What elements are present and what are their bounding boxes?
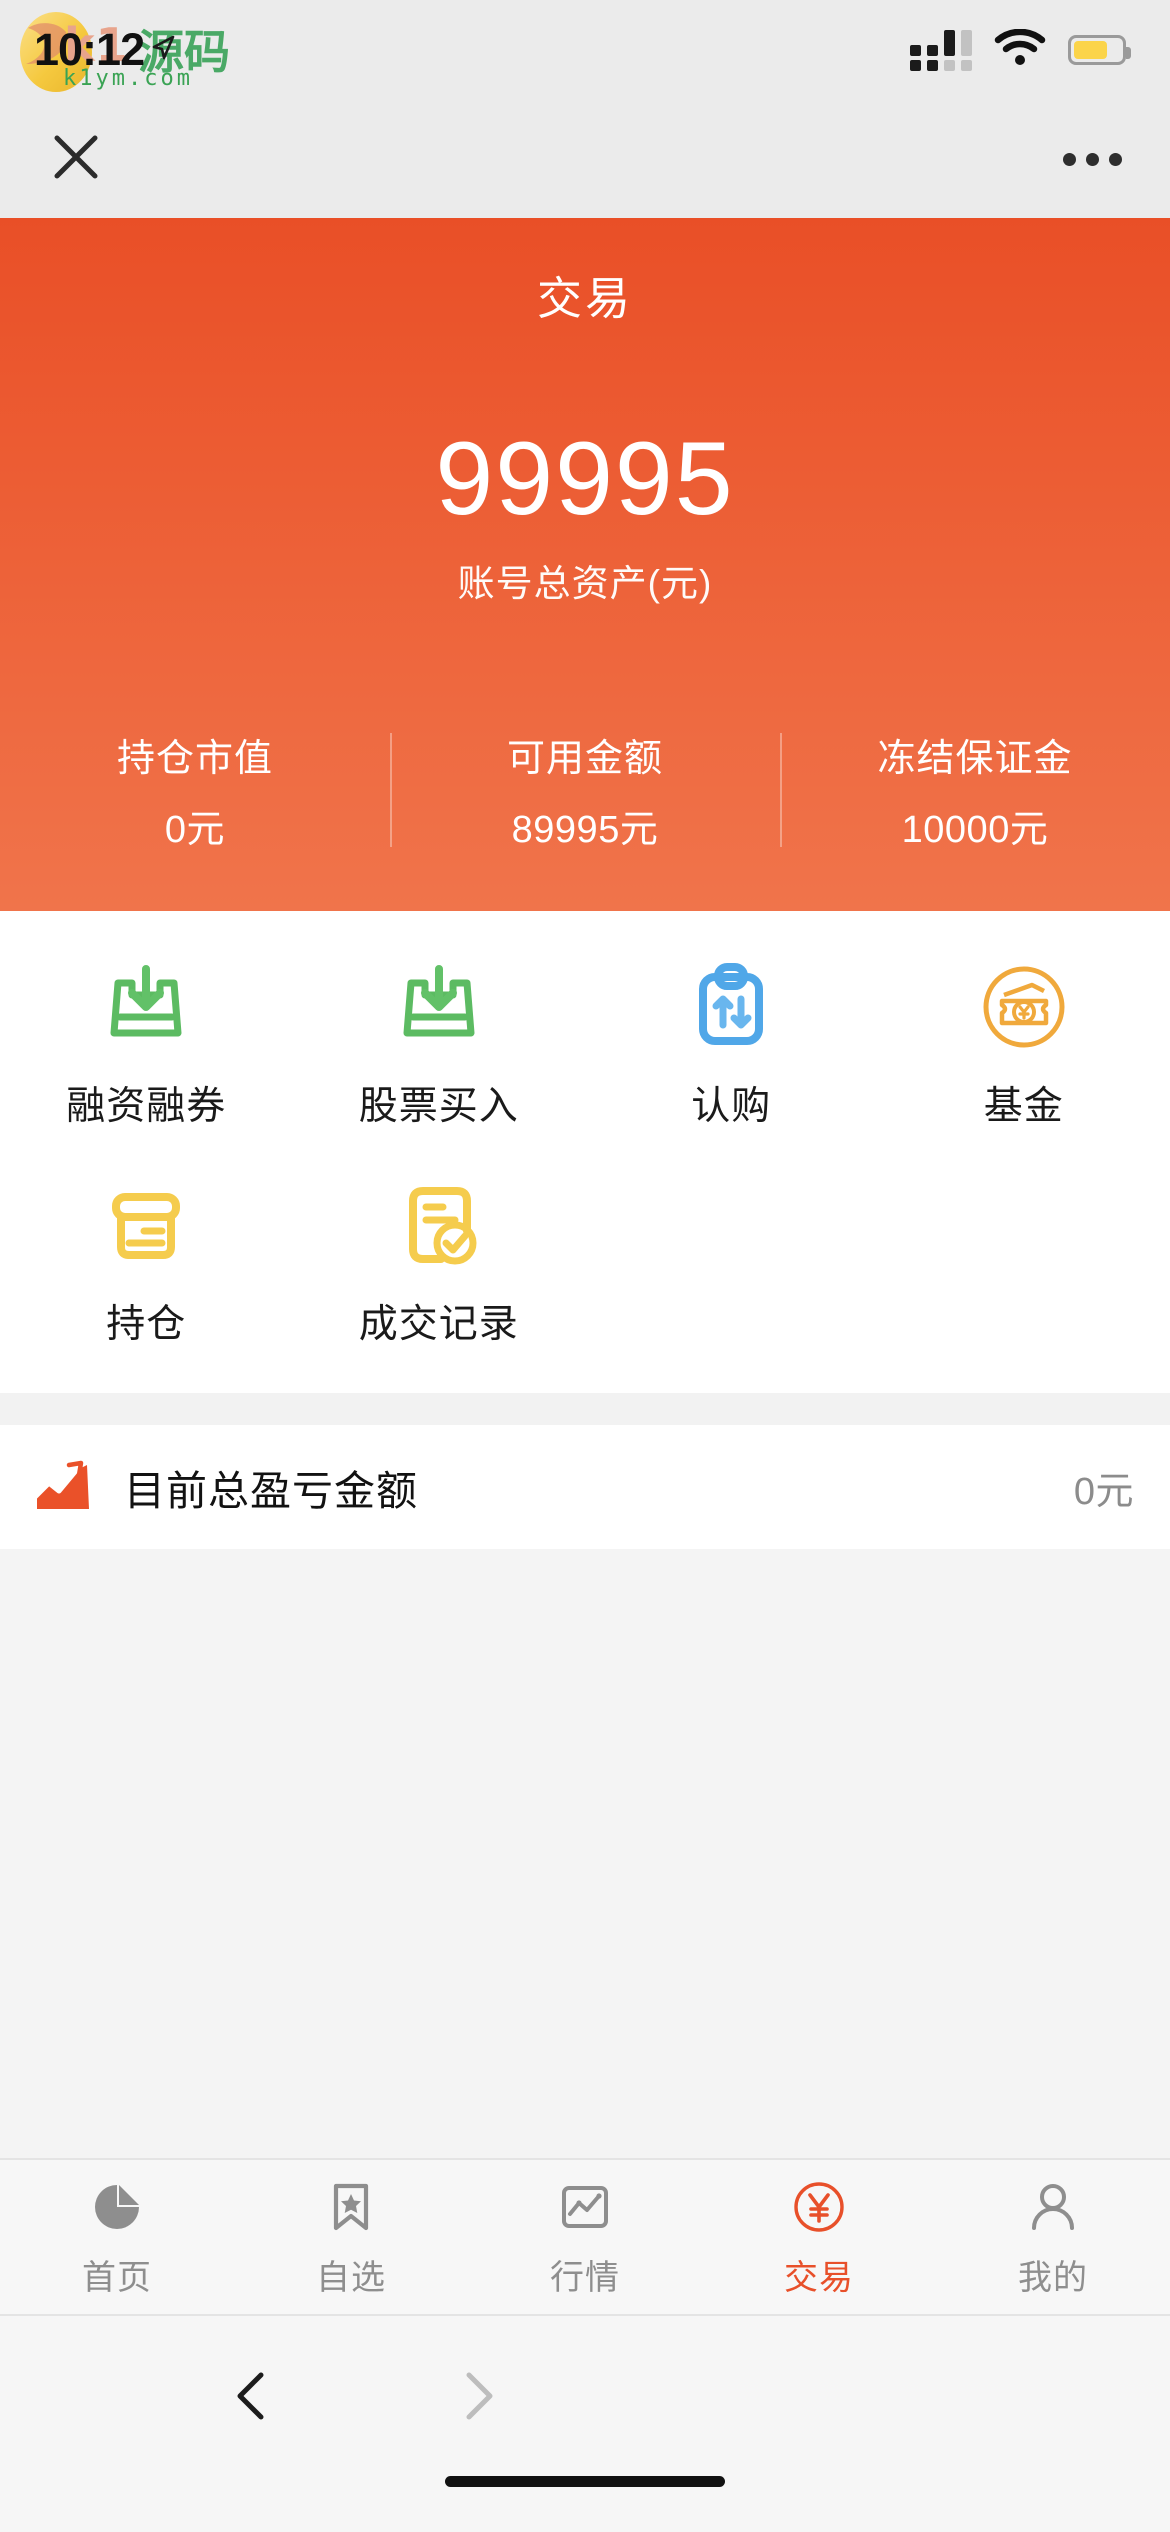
bookmark-star-icon (320, 2176, 382, 2238)
banknote-circle-icon (970, 953, 1078, 1061)
account-stats-row: 持仓市值 0元 可用金额 89995元 冻结保证金 10000元 (0, 727, 1170, 911)
total-assets-value: 99995 (435, 421, 735, 537)
status-bar-left: 10:12 (34, 24, 176, 76)
section-divider (0, 1393, 1170, 1425)
person-icon (1022, 2176, 1084, 2238)
action-trade-records[interactable]: 成交记录 (293, 1171, 586, 1349)
stat-available-funds: 可用金额 89995元 (390, 727, 780, 853)
document-check-icon (385, 1171, 493, 1279)
status-bar-right (910, 28, 1131, 72)
tab-profile[interactable]: 我的 (936, 2160, 1170, 2314)
bottom-tab-bar: 首页 自选 行情 交易 我的 (0, 2158, 1170, 2316)
inbox-download-icon (92, 953, 200, 1061)
market-chart-icon (554, 2176, 616, 2238)
action-label: 融资融券 (66, 1085, 227, 1128)
action-subscription[interactable]: 认购 (585, 953, 878, 1131)
tab-label: 交易 (784, 2258, 854, 2297)
stat-value: 89995元 (511, 809, 659, 851)
page-title: 交易 (536, 273, 633, 324)
more-options-icon[interactable] (1063, 152, 1122, 166)
trend-chart-icon (28, 1452, 98, 1522)
tab-trade[interactable]: 交易 (702, 2160, 936, 2314)
app-root: k1 源码 k1ym.com 10:12 交易 99995 账号总资产(元) 持… (0, 0, 1170, 2532)
tab-home[interactable]: 首页 (0, 2160, 234, 2314)
tab-label: 行情 (550, 2258, 620, 2297)
clipboard-arrows-icon (677, 953, 785, 1061)
tab-label: 我的 (1018, 2258, 1088, 2297)
grid-placeholder (585, 1171, 878, 1349)
action-buy-stock[interactable]: 股票买入 (293, 953, 586, 1131)
grid-placeholder (878, 1171, 1170, 1349)
stat-label: 冻结保证金 (877, 738, 1073, 780)
account-summary-hero: 交易 99995 账号总资产(元) 持仓市值 0元 可用金额 89995元 冻结… (0, 218, 1170, 911)
status-bar-clock: 10:12 (34, 24, 145, 75)
stat-label: 持仓市值 (116, 738, 273, 780)
action-margin-trading[interactable]: 融资融券 (0, 953, 293, 1131)
stat-value: 10000元 (901, 809, 1049, 851)
action-label: 基金 (983, 1085, 1064, 1128)
quick-actions-grid: 融资融券 股票买入 认购 基金 持仓 成交记录 (0, 911, 1170, 1393)
total-pnl-row[interactable]: 目前总盈亏金额 0元 (0, 1425, 1170, 1549)
stat-label: 可用金额 (506, 738, 663, 780)
stat-value: 0元 (164, 809, 226, 851)
action-label: 持仓 (106, 1303, 187, 1346)
battery-icon (1068, 35, 1131, 65)
home-indicator[interactable] (445, 2476, 725, 2487)
chevron-right-icon (442, 2361, 512, 2431)
yuan-circle-icon (788, 2176, 850, 2238)
webview-navbar (0, 100, 1170, 218)
action-positions[interactable]: 持仓 (0, 1171, 293, 1349)
close-icon[interactable] (48, 129, 104, 190)
action-fund[interactable]: 基金 (878, 953, 1170, 1131)
stat-frozen-margin: 冻结保证金 10000元 (780, 727, 1170, 853)
box-lines-icon (92, 1171, 200, 1279)
total-pnl-label: 目前总盈亏金额 (124, 1468, 418, 1514)
home-indicator-area (0, 2476, 1170, 2532)
tab-watchlist[interactable]: 自选 (234, 2160, 468, 2314)
status-bar: k1 源码 k1ym.com 10:12 (0, 0, 1170, 100)
tab-market[interactable]: 行情 (468, 2160, 702, 2314)
quick-actions-row-1: 融资融券 股票买入 认购 基金 (0, 953, 1170, 1131)
action-label: 股票买入 (358, 1085, 519, 1128)
total-pnl-value: 0元 (1073, 1470, 1134, 1513)
tab-label: 首页 (82, 2258, 152, 2297)
location-arrow-icon (150, 34, 176, 67)
total-assets-label: 账号总资产(元) (457, 563, 713, 604)
chevron-left-icon[interactable] (218, 2361, 288, 2431)
action-label: 成交记录 (358, 1303, 519, 1346)
content-filler (0, 1549, 1170, 2158)
action-label: 认购 (691, 1085, 772, 1128)
cellular-signal-icon (910, 29, 972, 71)
browser-navigation-bar (0, 2316, 1170, 2476)
pie-chart-icon (86, 2176, 148, 2238)
inbox-download-icon (385, 953, 493, 1061)
tab-label: 自选 (316, 2258, 386, 2297)
stat-market-value: 持仓市值 0元 (0, 727, 390, 853)
wifi-icon (994, 28, 1046, 72)
quick-actions-row-2: 持仓 成交记录 (0, 1171, 1170, 1349)
